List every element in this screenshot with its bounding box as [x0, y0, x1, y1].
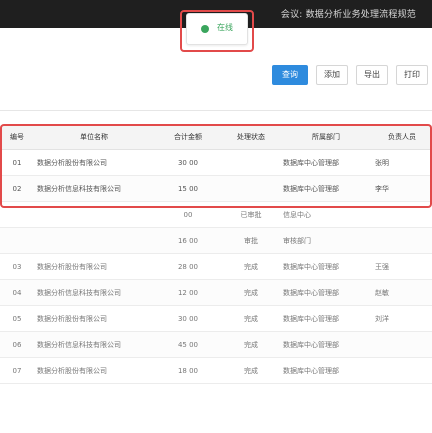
table-cell [34, 227, 154, 254]
table-cell: 数据分析股份有限公司 [34, 253, 154, 280]
table-row[interactable]: 03 数据分析股份有限公司 28 00 完成 数据库中心管理部 王强 [0, 253, 432, 280]
table-cell: 06 [0, 331, 34, 358]
table-cell: 16 00 [154, 227, 222, 254]
table-cell: 完成 [222, 331, 280, 358]
table-cell: 完成 [222, 305, 280, 332]
print-button[interactable]: 打印 [396, 65, 428, 85]
table-cell [372, 357, 432, 384]
table-cell: 45 00 [154, 331, 222, 358]
table-cell: 审核部门 [280, 227, 372, 254]
table-cell [0, 227, 34, 254]
table-cell: 完成 [222, 253, 280, 280]
table-row[interactable]: 07 数据分析股份有限公司 18 00 完成 数据库中心管理部 [0, 357, 432, 384]
table-cell: 数据分析信息科技有限公司 [34, 279, 154, 306]
table-cell: 刘洋 [372, 305, 432, 332]
table-cell: 18 00 [154, 357, 222, 384]
table-cell: 07 [0, 357, 34, 384]
add-button[interactable]: 添加 [316, 65, 348, 85]
table-cell: 28 00 [154, 253, 222, 280]
table-cell: 03 [0, 253, 34, 280]
table-cell: 王强 [372, 253, 432, 280]
table-cell: 数据库中心管理部 [280, 357, 372, 384]
table-cell: 数据分析股份有限公司 [34, 357, 154, 384]
table-cell: 数据库中心管理部 [280, 331, 372, 358]
table-cell: 30 00 [154, 305, 222, 332]
table-cell: 赵敏 [372, 279, 432, 306]
table-cell: 05 [0, 305, 34, 332]
table-row[interactable]: 04 数据分析信息科技有限公司 12 00 完成 数据库中心管理部 赵敏 [0, 279, 432, 306]
table-row[interactable]: 16 00 审批 审核部门 [0, 227, 432, 254]
table-row[interactable]: 05 数据分析股份有限公司 30 00 完成 数据库中心管理部 刘洋 [0, 305, 432, 332]
table-cell: 完成 [222, 357, 280, 384]
table-highlight-outline [0, 124, 432, 208]
query-button[interactable]: 查询 [272, 65, 308, 85]
export-button[interactable]: 导出 [356, 65, 388, 85]
table-cell: 数据分析信息科技有限公司 [34, 331, 154, 358]
table-cell: 数据库中心管理部 [280, 305, 372, 332]
table-cell: 审批 [222, 227, 280, 254]
table-row[interactable]: 06 数据分析信息科技有限公司 45 00 完成 数据库中心管理部 [0, 331, 432, 358]
table-cell: 数据分析股份有限公司 [34, 305, 154, 332]
table-cell: 12 00 [154, 279, 222, 306]
table-cell: 04 [0, 279, 34, 306]
toolbar: 查询 添加 导出 打印 [0, 40, 432, 111]
table-cell [372, 331, 432, 358]
status-text: 会议: 数据分析业务处理流程规范 [280, 10, 416, 20]
table-cell: 数据库中心管理部 [280, 279, 372, 306]
table-cell [372, 227, 432, 254]
table-cell: 数据库中心管理部 [280, 253, 372, 280]
table-cell: 完成 [222, 279, 280, 306]
